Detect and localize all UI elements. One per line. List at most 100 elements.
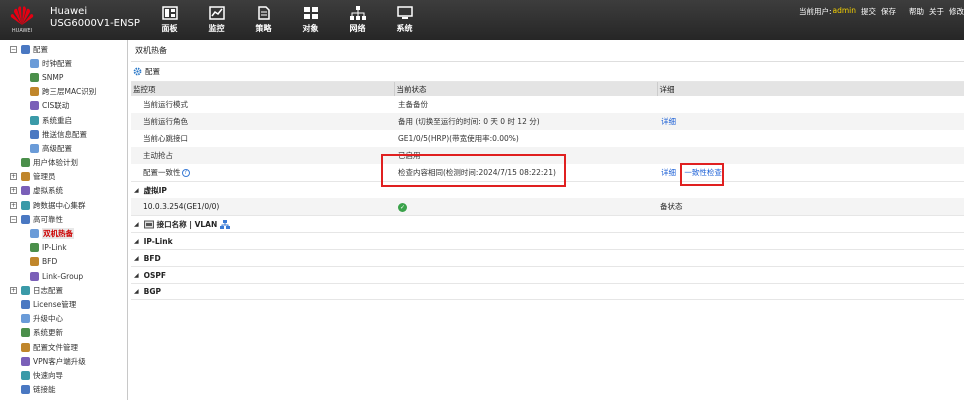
- nav-dashboard[interactable]: 面板: [146, 0, 193, 40]
- snmp-icon: [30, 72, 39, 82]
- sidebar-item-label: 时钟配置: [42, 58, 72, 68]
- column-header-item[interactable]: 监控项: [131, 82, 395, 96]
- help-link[interactable]: 帮助: [909, 6, 924, 17]
- table-row: 配置一致性? 检查内容相同(检测时间:2024/7/15 08:22:21) 详…: [131, 164, 964, 181]
- sidebar-item[interactable]: 快速向导: [0, 368, 127, 382]
- collapse-icon[interactable]: −: [10, 215, 17, 223]
- detail-link-role[interactable]: 详细: [661, 117, 676, 126]
- sidebar-item[interactable]: − 高可靠性: [0, 212, 127, 226]
- sidebar-item[interactable]: + 虚拟系统: [0, 184, 127, 198]
- detail-link-consistency[interactable]: 详细: [661, 168, 676, 177]
- vpn-icon: [21, 356, 30, 366]
- sidebar-item[interactable]: IP-Link: [0, 241, 127, 255]
- submit-link[interactable]: 提交: [861, 6, 876, 17]
- section-ip-link[interactable]: ◢ IP-Link: [131, 232, 964, 249]
- collapse-arrow-icon: ◢: [134, 237, 139, 245]
- device-model: USG6000V1-ENSP: [50, 18, 140, 29]
- sidebar-item-label: 管理员: [33, 172, 56, 182]
- interface-icon: [143, 220, 154, 228]
- section-label: OSPF: [143, 270, 167, 280]
- column-header-detail[interactable]: 详细: [657, 82, 964, 96]
- collapse-icon[interactable]: −: [10, 45, 17, 53]
- expand-icon[interactable]: +: [10, 187, 17, 195]
- sidebar-item-label: 链接能: [33, 385, 56, 395]
- row-item: 主动抢占: [131, 147, 394, 164]
- expand-icon[interactable]: +: [10, 201, 17, 209]
- sidebar-item[interactable]: 双机热备: [0, 226, 127, 240]
- sidebar-item[interactable]: 高级配置: [0, 141, 127, 155]
- monitor-icon: [208, 6, 225, 20]
- section-virtual-ip[interactable]: ◢ 虚拟IP: [131, 181, 964, 198]
- sidebar-item-label: 高可靠性: [33, 214, 63, 224]
- sidebar-item[interactable]: − 配置: [0, 42, 127, 56]
- sidebar-item[interactable]: 推送信息配置: [0, 127, 127, 141]
- vip-address: 10.0.3.254(GE1/0/0): [143, 202, 220, 211]
- nav-label: 策略: [255, 24, 272, 33]
- sidebar-item[interactable]: 用户体验计划: [0, 156, 127, 170]
- section-label: BFD: [143, 253, 161, 263]
- sidebar-item[interactable]: Link-Group: [0, 269, 127, 283]
- section-interface-vlan[interactable]: ◢ 接口名称 | VLAN: [131, 215, 964, 232]
- sidebar-item[interactable]: 时钟配置: [0, 56, 127, 70]
- dashboard-icon: [161, 6, 178, 20]
- sidebar-item-label: VPN客户端升级: [33, 356, 86, 366]
- sidebar-item[interactable]: CIS联动: [0, 99, 127, 113]
- sidebar-item-label: 快速向导: [33, 370, 63, 380]
- row-detail: [657, 130, 964, 147]
- config-button[interactable]: 配置: [145, 66, 160, 77]
- upgrade-icon: [21, 314, 30, 324]
- vsys-icon: [21, 186, 30, 196]
- sidebar-item[interactable]: SNMP: [0, 70, 127, 84]
- push-icon: [30, 129, 39, 139]
- column-header-status[interactable]: 当前状态: [394, 82, 658, 96]
- nav-monitor[interactable]: 监控: [193, 0, 240, 40]
- table-row: 当前心跳接口 GE1/0/5(HRP)(带宽使用率:0.00%): [131, 130, 964, 147]
- nav-system[interactable]: 系统: [381, 0, 428, 40]
- policy-icon: [257, 6, 270, 20]
- section-label: BGP: [143, 287, 161, 296]
- save-link[interactable]: 保存: [881, 6, 896, 17]
- section-bgp[interactable]: ◢ BGP: [131, 283, 964, 300]
- toolbar: 配置: [131, 62, 964, 82]
- advanced-icon: [30, 143, 39, 153]
- section-label: 虚拟IP: [143, 185, 167, 195]
- nav-network[interactable]: 网络: [334, 0, 381, 40]
- expand-icon[interactable]: +: [10, 286, 17, 294]
- sidebar-item[interactable]: License管理: [0, 297, 127, 311]
- collapse-arrow-icon: ◢: [134, 254, 139, 262]
- nav-object[interactable]: 对象: [287, 0, 334, 40]
- section-bfd[interactable]: ◢ BFD: [131, 249, 964, 266]
- sidebar-item[interactable]: 跨三层MAC识别: [0, 85, 127, 99]
- sidebar-item[interactable]: BFD: [0, 255, 127, 269]
- nav-policy[interactable]: 策略: [240, 0, 287, 40]
- sidebar-item[interactable]: + 管理员: [0, 170, 127, 184]
- huawei-logo: HUAWEI: [6, 3, 38, 37]
- main-content: 双机热备 配置 监控项 当前状态 详细 当前运行模式 主备备份 当前运行角色 备…: [131, 40, 964, 400]
- sidebar-item-label: 跨三层MAC识别: [42, 87, 97, 97]
- table-row: 当前运行角色 备用 (切换至运行的时间: 0 天 0 时 12 分) 详细: [131, 113, 964, 130]
- sidebar-item[interactable]: + 跨数据中心集群: [0, 198, 127, 212]
- about-link[interactable]: 关于: [929, 6, 944, 17]
- sidebar-item-label: 升级中心: [33, 314, 63, 324]
- sidebar-item[interactable]: 升级中心: [0, 312, 127, 326]
- consistency-check-link[interactable]: 一致性检查: [684, 168, 722, 177]
- sidebar-item[interactable]: VPN客户端升级: [0, 354, 127, 368]
- status-table: 监控项 当前状态 详细 当前运行模式 主备备份 当前运行角色 备用 (切换至运行…: [131, 82, 964, 181]
- sidebar-item-label: IP-Link: [42, 243, 67, 253]
- sidebar-item-label: 跨数据中心集群: [33, 200, 86, 210]
- modify-link[interactable]: 修改: [949, 6, 964, 17]
- sidebar-item-label: SNMP: [42, 72, 64, 82]
- sidebar-item[interactable]: 系统重启: [0, 113, 127, 127]
- row-status: 备用 (切换至运行的时间: 0 天 0 时 12 分): [394, 113, 657, 130]
- brand-name: Huawei: [50, 6, 88, 17]
- sidebar-item-label: 配置文件管理: [33, 342, 78, 352]
- section-ospf[interactable]: ◢ OSPF: [131, 266, 964, 283]
- nav-label: 对象: [302, 24, 319, 33]
- expand-icon[interactable]: +: [10, 173, 17, 181]
- sidebar-item[interactable]: 系统更新: [0, 326, 127, 340]
- help-icon[interactable]: ?: [181, 169, 190, 177]
- sidebar-item[interactable]: 链接能: [0, 383, 127, 397]
- sidebar-item[interactable]: 配置文件管理: [0, 340, 127, 354]
- current-user: admin: [832, 6, 857, 15]
- sidebar-item[interactable]: + 日志配置: [0, 283, 127, 297]
